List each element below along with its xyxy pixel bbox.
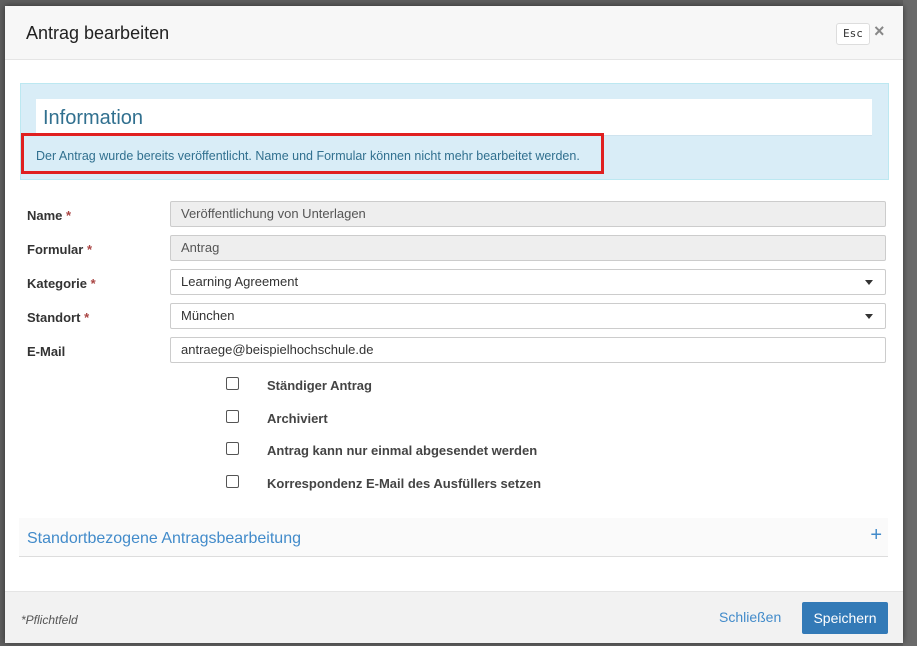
kategorie-value: Learning Agreement: [181, 274, 299, 289]
checkbox-label: Archiviert: [267, 411, 328, 426]
checkbox-staendiger-antrag[interactable]: [226, 377, 239, 390]
info-alert: Information Der Antrag wurde bereits ver…: [20, 83, 889, 180]
name-input[interactable]: Veröffentlichung von Unterlagen: [170, 201, 886, 227]
background-overlay: [903, 0, 917, 646]
chevron-down-icon: [865, 280, 873, 285]
kategorie-label: Kategorie *: [27, 276, 96, 291]
plus-icon[interactable]: +: [870, 524, 882, 547]
email-label: E-Mail: [27, 344, 66, 359]
checkbox-label: Antrag kann nur einmal abgesendet werden: [267, 443, 538, 458]
formular-label: Formular *: [27, 242, 93, 257]
name-label: Name *: [27, 208, 72, 223]
chevron-down-icon: [865, 314, 873, 319]
form-row-formular: Formular * Antrag: [5, 235, 903, 263]
formular-input[interactable]: Antrag: [170, 235, 886, 261]
checkbox-label: Ständiger Antrag: [267, 378, 372, 393]
checkbox-row-staendig: Ständiger Antrag: [5, 377, 903, 397]
form-row-email: E-Mail antraege@beispielhochschule.de: [5, 337, 903, 365]
modal-footer: *Pflichtfeld Schließen Speichern: [5, 591, 903, 643]
edit-application-modal: Antrag bearbeiten Esc × Information Der …: [5, 6, 903, 643]
checkbox-einmal-absenden[interactable]: [226, 442, 239, 455]
form-row-name: Name * Veröffentlichung von Unterlagen: [5, 201, 903, 229]
modal-title: Antrag bearbeiten: [26, 23, 170, 43]
standort-panel-header[interactable]: Standortbezogene Antragsbearbeitung +: [19, 518, 888, 557]
save-button[interactable]: Speichern: [802, 602, 888, 634]
highlight-box: [21, 133, 604, 174]
checkbox-row-einmal: Antrag kann nur einmal abgesendet werden: [5, 442, 903, 462]
standort-label: Standort *: [27, 310, 90, 325]
info-title: Information: [43, 107, 144, 129]
modal-header: Antrag bearbeiten Esc ×: [5, 6, 903, 60]
form-row-kategorie: Kategorie * Learning Agreement: [5, 269, 903, 297]
kategorie-select[interactable]: Learning Agreement: [170, 269, 886, 295]
required-note: *Pflichtfeld: [21, 613, 78, 627]
close-button[interactable]: Schließen: [719, 609, 781, 625]
standort-select[interactable]: München: [170, 303, 886, 329]
checkbox-label: Korrespondenz E-Mail des Ausfüllers setz…: [267, 476, 542, 491]
form-row-standort: Standort * München: [5, 303, 903, 331]
close-icon[interactable]: ×: [874, 21, 885, 42]
checkbox-row-korrespondenz: Korrespondenz E-Mail des Ausfüllers setz…: [5, 475, 903, 495]
checkbox-archiviert[interactable]: [226, 410, 239, 423]
checkbox-korrespondenz-email[interactable]: [226, 475, 239, 488]
panel-title[interactable]: Standortbezogene Antragsbearbeitung: [27, 530, 301, 548]
esc-key-hint: Esc: [836, 23, 870, 45]
checkbox-row-archiviert: Archiviert: [5, 410, 903, 430]
email-input[interactable]: antraege@beispielhochschule.de: [170, 337, 886, 363]
standort-value: München: [181, 308, 235, 323]
info-title-bar: Information: [36, 99, 872, 136]
